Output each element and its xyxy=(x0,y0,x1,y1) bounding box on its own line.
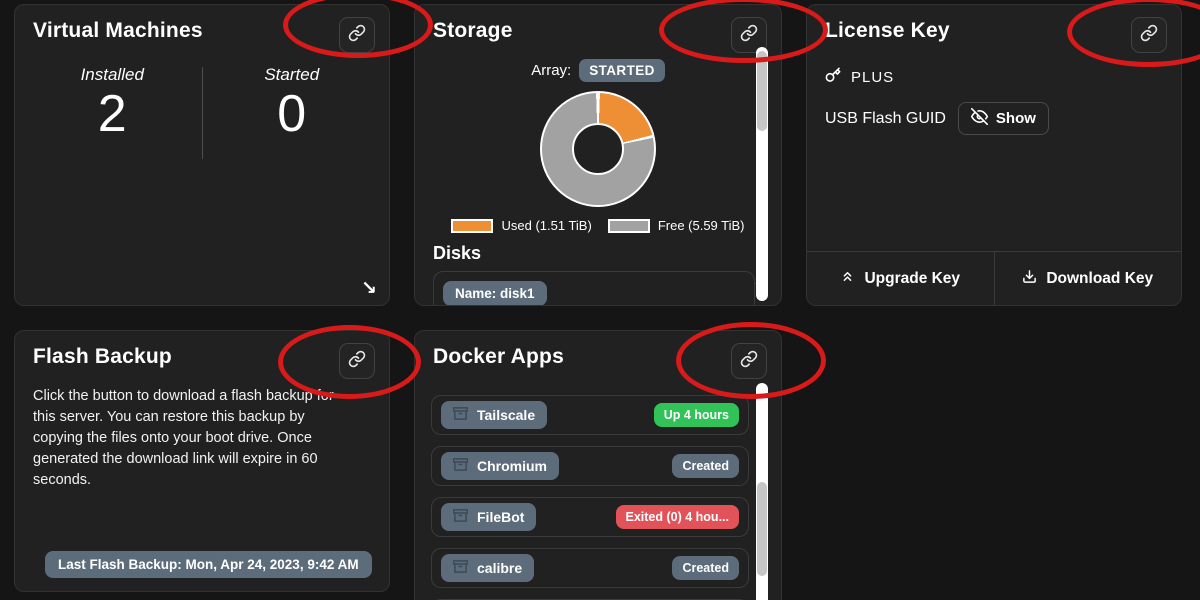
storage-title: Storage xyxy=(433,17,513,43)
card-header: License Key xyxy=(807,5,1181,53)
docker-app-name-badge: Tailscale xyxy=(441,401,547,429)
dashboard: Virtual Machines Installed 2 Started 0 ↘… xyxy=(0,0,1200,600)
scrollbar-thumb[interactable] xyxy=(757,51,767,131)
link-icon-button[interactable] xyxy=(731,343,767,379)
storage-scrollbar[interactable] xyxy=(756,47,768,301)
archive-box-icon xyxy=(453,406,468,424)
expand-arrow-icon[interactable]: ↘ xyxy=(753,277,769,299)
show-guid-button[interactable]: Show xyxy=(958,102,1049,135)
docker-app-name: FileBot xyxy=(477,509,524,525)
docker-app-name-badge: FileBot xyxy=(441,503,536,531)
vm-started: Started 0 xyxy=(203,65,382,159)
last-flash-backup-badge: Last Flash Backup: Mon, Apr 24, 2023, 9:… xyxy=(45,551,372,578)
license-tier-row: PLUS xyxy=(807,67,1181,87)
card-header: Flash Backup xyxy=(15,331,389,379)
link-icon xyxy=(740,350,758,373)
docker-app-row[interactable]: calibre Created xyxy=(431,548,749,588)
docker-scrollbar[interactable] xyxy=(756,383,768,600)
docker-app-row[interactable]: FileBot Exited (0) 4 hou... xyxy=(431,497,749,537)
docker-app-name: calibre xyxy=(477,560,522,576)
download-key-button[interactable]: Download Key xyxy=(995,252,1182,305)
flash-backup-title: Flash Backup xyxy=(33,343,172,369)
virtual-machines-card: Virtual Machines Installed 2 Started 0 ↘ xyxy=(14,4,390,306)
license-tier-label: PLUS xyxy=(851,69,894,86)
docker-app-status-badge: Created xyxy=(672,556,739,580)
link-icon xyxy=(740,24,758,47)
docker-app-status-badge: Exited (0) 4 hou... xyxy=(616,505,740,529)
license-guid-row: USB Flash GUID Show xyxy=(807,102,1181,135)
archive-box-icon xyxy=(453,457,468,475)
array-status-row: Array: STARTED xyxy=(531,59,665,82)
legend-label-used: Used (1.51 TiB) xyxy=(501,218,591,233)
disk-name-badge: Name: disk1 xyxy=(443,281,547,306)
docker-app-name-badge: Chromium xyxy=(441,452,559,480)
archive-box-icon xyxy=(453,559,468,577)
link-icon xyxy=(348,24,366,47)
card-header: Virtual Machines xyxy=(15,5,389,53)
link-icon xyxy=(348,350,366,373)
upgrade-key-button[interactable]: Upgrade Key xyxy=(807,252,995,305)
docker-app-name-badge: calibre xyxy=(441,554,534,582)
download-icon xyxy=(1022,269,1037,289)
docker-app-row[interactable]: Chromium Created xyxy=(431,446,749,486)
flash-backup-description: Click the button to download a flash bac… xyxy=(15,386,375,491)
array-status-badge: STARTED xyxy=(579,59,665,82)
vm-installed-label: Installed xyxy=(23,65,202,85)
eye-off-icon xyxy=(971,108,988,129)
vm-installed-value: 2 xyxy=(23,85,202,145)
scrollbar-thumb[interactable] xyxy=(757,482,767,576)
docker-app-row[interactable]: Tailscale Up 4 hours xyxy=(431,395,749,435)
license-key-card: License Key PLUS USB Flash GUID Show xyxy=(806,4,1182,306)
flash-backup-card: Flash Backup Click the button to downloa… xyxy=(14,330,390,592)
card-header: Storage xyxy=(415,5,781,53)
array-label: Array: xyxy=(531,62,571,79)
link-icon-button[interactable] xyxy=(1131,17,1167,53)
guid-label: USB Flash GUID xyxy=(825,110,946,128)
link-icon-button[interactable] xyxy=(339,17,375,53)
docker-apps-card: Docker Apps Tailscale Up 4 hours Chromiu… xyxy=(414,330,782,600)
download-key-label: Download Key xyxy=(1046,270,1153,288)
link-icon-button[interactable] xyxy=(339,343,375,379)
storage-card: Storage Array: STARTED Used (1.51 TiB) xyxy=(414,4,782,306)
storage-body: Array: STARTED Used (1.51 TiB) Free (5.5… xyxy=(415,53,781,306)
card-header: Docker Apps xyxy=(415,331,781,379)
disks-heading: Disks xyxy=(433,243,481,264)
legend-item-used: Used (1.51 TiB) xyxy=(451,218,591,233)
docker-app-name: Chromium xyxy=(477,458,547,474)
chevrons-up-icon xyxy=(840,269,855,289)
chart-legend: Used (1.51 TiB) Free (5.59 TiB) xyxy=(451,218,744,233)
disk-list-item[interactable]: Name: disk1 xyxy=(433,271,755,306)
show-button-label: Show xyxy=(996,110,1036,127)
virtual-machines-title: Virtual Machines xyxy=(33,17,203,43)
legend-swatch-free xyxy=(608,219,650,233)
upgrade-key-label: Upgrade Key xyxy=(864,270,960,288)
license-footer: Upgrade Key Download Key xyxy=(807,251,1181,305)
vm-started-value: 0 xyxy=(203,85,382,145)
archive-box-icon xyxy=(453,508,468,526)
vm-stats: Installed 2 Started 0 xyxy=(15,65,389,159)
storage-donut-chart xyxy=(540,91,656,207)
expand-arrow-icon[interactable]: ↘ xyxy=(361,277,377,299)
docker-app-status-badge: Up 4 hours xyxy=(654,403,739,427)
legend-label-free: Free (5.59 TiB) xyxy=(658,218,745,233)
docker-app-status-badge: Created xyxy=(672,454,739,478)
donut-hole xyxy=(572,123,624,175)
link-icon xyxy=(1140,24,1158,47)
vm-started-label: Started xyxy=(203,65,382,85)
key-icon xyxy=(825,67,841,87)
legend-swatch-used xyxy=(451,219,493,233)
docker-app-list: Tailscale Up 4 hours Chromium Created Fi… xyxy=(415,395,781,600)
docker-apps-title: Docker Apps xyxy=(433,343,564,369)
vm-installed: Installed 2 xyxy=(23,65,202,159)
docker-app-name: Tailscale xyxy=(477,407,535,423)
license-key-title: License Key xyxy=(825,17,950,43)
legend-item-free: Free (5.59 TiB) xyxy=(608,218,745,233)
